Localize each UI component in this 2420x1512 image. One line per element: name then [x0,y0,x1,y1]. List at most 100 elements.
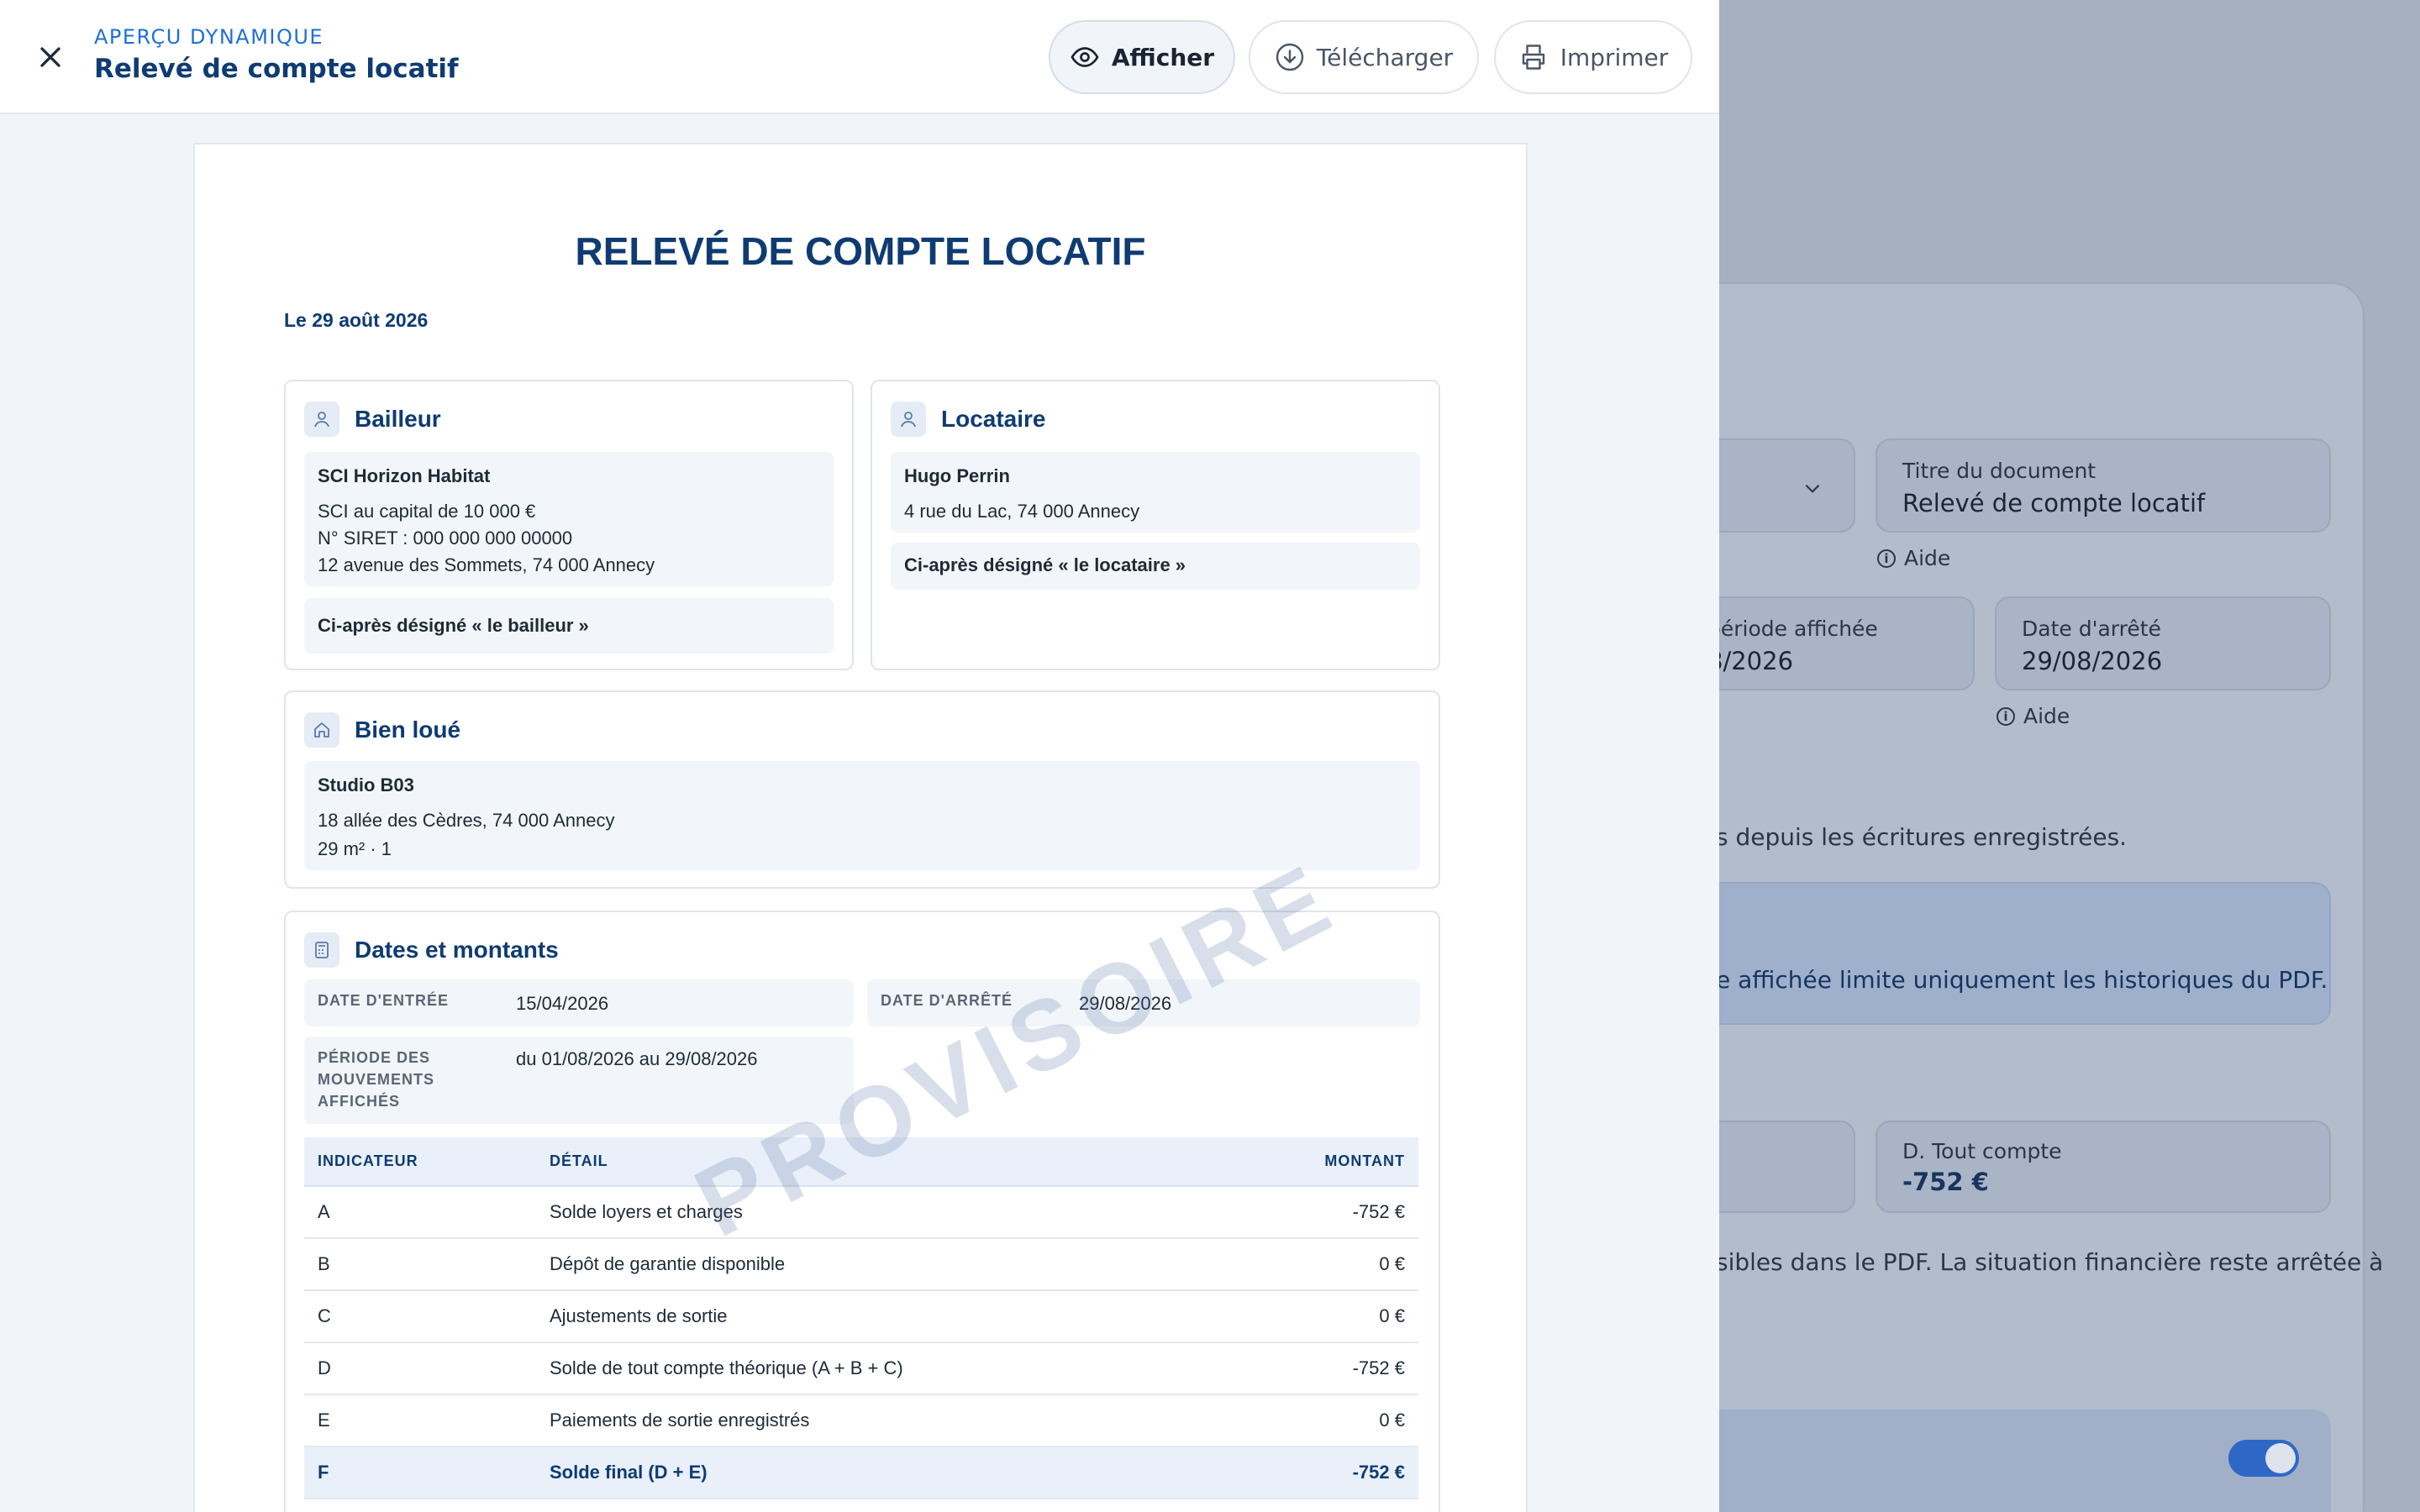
calculator-icon [304,932,339,968]
col-amount: MONTANT [1224,1137,1418,1187]
bg-doc-title-field[interactable]: Titre du document Relevé de compte locat… [1876,438,2331,533]
landlord-heading: Bailleur [355,406,441,432]
landlord-details: SCI Horizon Habitat SCI au capital de 10… [304,452,834,586]
preview-kicker: APERÇU DYNAMIQUE [94,25,324,49]
document-date: Le 29 août 2026 [284,309,429,331]
stop-date-value: 29/08/2026 [1079,993,1172,1014]
col-indicator: INDICATEUR [304,1137,536,1187]
property-heading: Bien loué [355,717,461,743]
bg-total-label: D. Tout compte [1902,1139,2062,1163]
chevron-down-icon [1805,484,1820,493]
row-indicator: F [304,1446,536,1499]
tenant-address: 4 rue du Lac, 74 000 Annecy [904,501,1140,522]
entry-date-label: DATE D'ENTRÉE [318,992,449,1009]
row-indicator: E [304,1394,536,1447]
bg-help-text-2: Aide [2023,704,2070,728]
row-detail: Solde de tout compte théorique (A + B + … [536,1342,1225,1395]
row-indicator: C [304,1290,536,1343]
bg-info-text: e affichée limite uniquement les histori… [1716,966,2328,994]
row-detail: Solde final (D + E) [536,1446,1225,1499]
table-row-final: F Solde final (D + E) -752 € [304,1446,1418,1499]
document-title: RELEVÉ DE COMPTE LOCATIF [575,229,1146,273]
row-amount: 0 € [1224,1290,1418,1343]
info-icon: i [1877,549,1896,568]
period-cell: PÉRIODE DES MOUVEMENTS AFFICHÉS du 01/08… [304,1037,854,1124]
bg-note-2: sibles dans le PDF. La situation financi… [1716,1248,2384,1276]
bg-help-text: Aide [1904,546,1951,570]
table-row: B Dépôt de garantie disponible 0 € [304,1238,1418,1291]
row-amount: -752 € [1224,1446,1418,1499]
download-icon [1276,43,1303,71]
stop-date-cell: DATE D'ARRÊTÉ 29/08/2026 [867,979,1420,1026]
landlord-designation-box: Ci-après désigné « le bailleur » [304,598,834,654]
landlord-header: Bailleur [304,402,441,437]
bg-note-1: s depuis les écritures enregistrées. [1716,823,2128,851]
table-row: E Paiements de sortie enregistrés 0 € [304,1394,1418,1447]
row-indicator: A [304,1186,536,1239]
period-label-line-2: MOUVEMENTS [318,1071,435,1088]
show-button[interactable]: Afficher [1049,20,1235,94]
print-button-label: Imprimer [1560,43,1669,71]
row-detail: Solde loyers et charges [536,1186,1225,1239]
row-amount: 0 € [1224,1394,1418,1447]
row-detail: Ajustements de sortie [536,1290,1225,1343]
bg-total-field: D. Tout compte -752 € [1876,1121,2331,1213]
tenant-header: Locataire [891,402,1046,437]
show-button-label: Afficher [1111,43,1215,71]
bg-doc-title-value: Relevé de compte locatif [1902,489,2206,517]
bg-doc-title-label: Titre du document [1902,459,2096,483]
row-indicator: B [304,1238,536,1291]
document-page: RELEVÉ DE COMPTE LOCATIF Le 29 août 2026… [193,143,1528,1512]
bg-stop-date-value: 29/08/2026 [2022,647,2163,675]
user-icon [891,402,926,437]
tenant-designation: Ci-après désigné « le locataire » [904,554,1186,575]
table-row: C Ajustements de sortie 0 € [304,1290,1418,1343]
eye-icon [1071,47,1099,67]
bg-stop-date-field[interactable]: Date d'arrêté 29/08/2026 [1995,596,2331,690]
row-detail: Paiements de sortie enregistrés [536,1394,1225,1447]
bg-total-value: -752 € [1902,1168,1989,1196]
home-icon [304,712,339,748]
dates-amounts-section: Dates et montants DATE D'ENTRÉE 15/04/20… [284,911,1440,1512]
row-detail: Dépôt de garantie disponible [536,1238,1225,1291]
property-name: Studio B03 [318,774,414,795]
download-button[interactable]: Télécharger [1249,20,1479,94]
landlord-section: Bailleur SCI Horizon Habitat SCI au capi… [284,380,854,670]
bg-stop-date-label: Date d'arrêté [2022,617,2161,641]
col-detail: DÉTAIL [536,1137,1225,1187]
download-button-label: Télécharger [1316,43,1454,71]
property-section: Bien loué Studio B03 18 allée des Cèdres… [284,690,1440,889]
tenant-section: Locataire Hugo Perrin 4 rue du Lac, 74 0… [871,380,1440,670]
bg-period-value: 8/2026 [1707,647,1794,675]
bg-help-link[interactable]: i Aide [1877,546,1950,570]
row-indicator: D [304,1342,536,1395]
indicators-table: INDICATEUR DÉTAIL MONTANT A Solde loyers… [304,1137,1418,1499]
preview-title: Relevé de compte locatif [94,54,459,84]
period-label: PÉRIODE DES MOUVEMENTS AFFICHÉS [318,1047,434,1112]
property-details: Studio B03 18 allée des Cèdres, 74 000 A… [304,761,1420,870]
close-icon[interactable] [34,40,67,74]
row-amount: -752 € [1224,1186,1418,1239]
bg-info-banner: e affichée limite uniquement les histori… [1681,882,2331,1025]
tenant-details: Hugo Perrin 4 rue du Lac, 74 000 Annecy [891,452,1420,533]
tenant-name: Hugo Perrin [904,465,1010,486]
print-button[interactable]: Imprimer [1494,20,1692,94]
bg-period-field[interactable]: période affichée 8/2026 [1681,596,1975,690]
property-header: Bien loué [304,712,460,748]
landlord-name: SCI Horizon Habitat [318,465,491,486]
tenant-designation-box: Ci-après désigné « le locataire » [891,543,1420,590]
property-address: 18 allée des Cèdres, 74 000 Annecy [318,810,615,831]
period-label-line-3: AFFICHÉS [318,1093,400,1110]
preview-panel: APERÇU DYNAMIQUE Relevé de compte locati… [0,0,1719,1512]
landlord-designation: Ci-après désigné « le bailleur » [318,615,589,636]
bg-help-link-2[interactable]: i Aide [1996,704,2070,728]
toggle-knob [2265,1443,2296,1473]
dates-heading: Dates et montants [355,937,559,963]
table-header-row: INDICATEUR DÉTAIL MONTANT [304,1137,1418,1187]
period-label-line-1: PÉRIODE DES [318,1049,431,1066]
bg-toggle-switch[interactable] [2228,1440,2299,1477]
period-value: du 01/08/2026 au 29/08/2026 [516,1048,758,1069]
table-row: D Solde de tout compte théorique (A + B … [304,1342,1418,1395]
dates-header: Dates et montants [304,932,559,968]
printer-icon [1522,45,1544,70]
